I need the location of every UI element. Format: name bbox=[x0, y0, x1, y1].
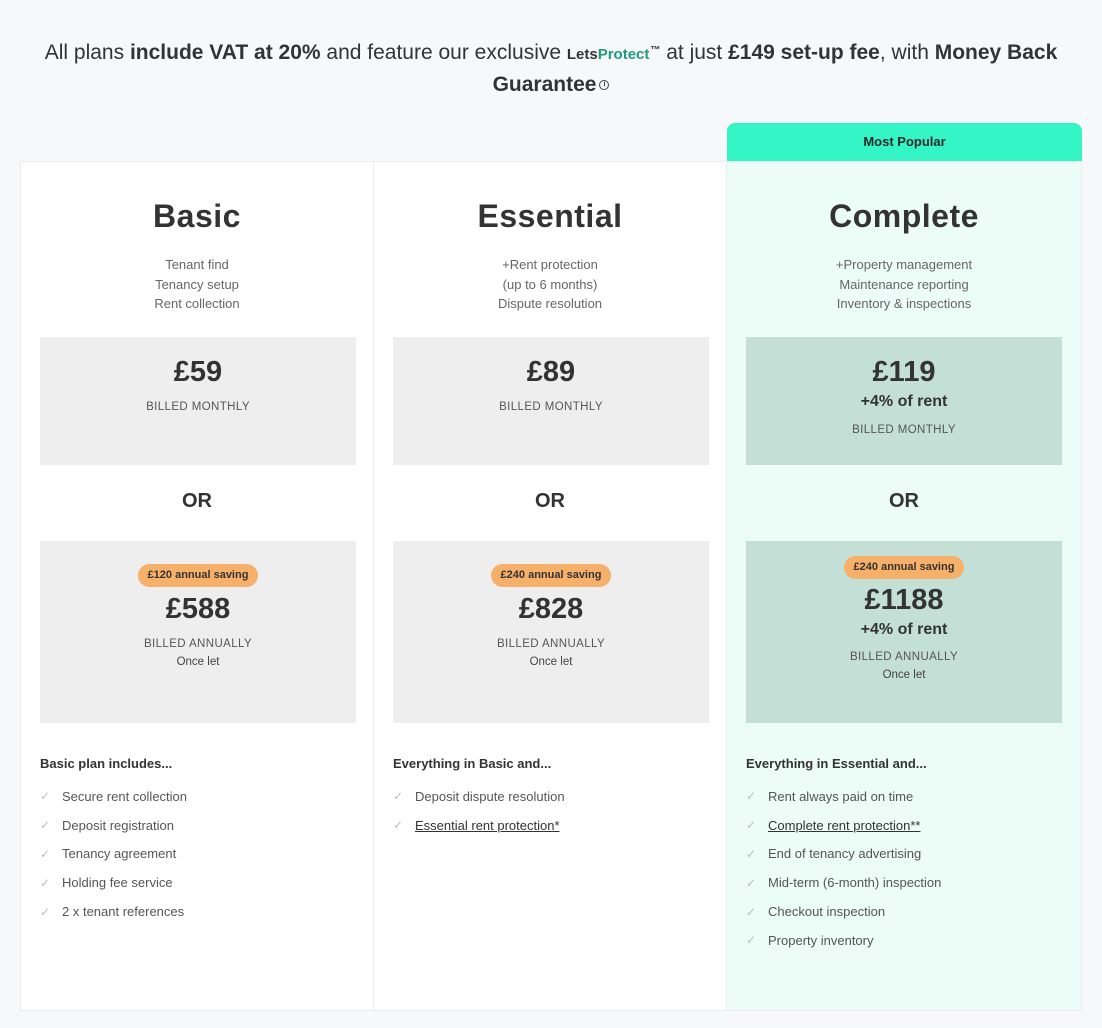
annual-price: £588 bbox=[165, 593, 231, 625]
summary-line: Rent collection bbox=[154, 296, 240, 311]
monthly-price: £119 bbox=[872, 356, 936, 388]
letsprotect-logo: LetsProtect™ bbox=[566, 45, 661, 63]
summary-line: Tenancy setup bbox=[155, 276, 239, 292]
headline-text-1: All plans bbox=[44, 41, 130, 64]
check-icon: ✓ bbox=[746, 789, 757, 804]
most-popular-tab: Most Popular bbox=[727, 123, 1082, 161]
monthly-price-box[interactable]: £119 +4% of rent BILLED MONTHLY bbox=[746, 337, 1062, 465]
plan-summary: +Rent protection (up to 6 months) Disput… bbox=[374, 255, 726, 314]
plan-summary: +Property management Maintenance reporti… bbox=[727, 255, 1081, 314]
feature-item: ✓ Complete rent protection** bbox=[746, 811, 941, 840]
headline-text-3: at just bbox=[660, 41, 729, 64]
summary-line: (up to 6 months) bbox=[502, 276, 598, 292]
check-icon: ✓ bbox=[393, 789, 404, 804]
or-divider: OR bbox=[889, 490, 919, 512]
feature-list: ✓ Deposit dispute resolution ✓ Essential r… bbox=[393, 782, 565, 840]
essential-rent-protection-link[interactable]: Essential rent protection* bbox=[415, 818, 560, 833]
check-icon: ✓ bbox=[746, 933, 757, 948]
once-let-note: Once let bbox=[529, 656, 573, 668]
summary-line: +Property management bbox=[835, 257, 973, 272]
feature-item: ✓ Essential rent protection* bbox=[393, 811, 565, 840]
check-icon: ✓ bbox=[746, 846, 757, 861]
once-let-note: Once let bbox=[176, 656, 220, 668]
monthly-rent-percentage: +4% of rent bbox=[860, 393, 948, 410]
billed-monthly-label: BILLED MONTHLY bbox=[852, 424, 956, 436]
headline-text-2: and feature our exclusive bbox=[320, 41, 567, 64]
check-icon: ✓ bbox=[746, 818, 757, 833]
annual-price-box[interactable]: £240 annual saving £1188 +4% of rent BIL… bbox=[746, 541, 1062, 723]
feature-item: ✓ Holding fee service bbox=[40, 875, 173, 891]
annual-price: £828 bbox=[518, 593, 584, 625]
summary-line: +Rent protection bbox=[502, 257, 598, 272]
annual-saving-badge: £240 annual saving bbox=[843, 556, 965, 579]
annual-price: £1188 bbox=[864, 584, 944, 616]
includes-title: Basic plan includes... bbox=[40, 756, 173, 771]
check-icon: ✓ bbox=[40, 818, 51, 833]
summary-line: Tenant find bbox=[165, 257, 229, 272]
feature-list: ✓ Rent always paid on time ✓ Complete rent… bbox=[746, 782, 941, 955]
annual-saving-badge: £240 annual saving bbox=[490, 564, 612, 587]
summary-line: Maintenance reporting bbox=[839, 276, 969, 292]
feature-item: ✓ Mid-term (6-month) inspection bbox=[746, 875, 942, 891]
includes-title: Everything in Essential and... bbox=[746, 756, 927, 771]
plan-summary: Tenant find Tenancy setup Rent collectio… bbox=[21, 255, 373, 314]
billed-annually-label: BILLED ANNUALLY bbox=[143, 638, 253, 650]
headline-vat: include VAT at 20% bbox=[129, 41, 321, 64]
plan-name: Basic bbox=[153, 198, 241, 234]
annual-price-box[interactable]: £240 annual saving £828 BILLED ANNUALLY … bbox=[393, 541, 709, 723]
info-icon[interactable]: i bbox=[599, 80, 610, 91]
plan-name: Complete bbox=[829, 198, 979, 234]
plan-card-complete: Complete +Property management Maintenanc… bbox=[727, 162, 1081, 1010]
plan-card-essential: Essential +Rent protection (up to 6 mont… bbox=[374, 162, 727, 1010]
headline-fee: £149 set-up fee bbox=[728, 41, 880, 64]
feature-item: ✓ Deposit registration bbox=[40, 817, 174, 833]
feature-item: ✓ Deposit dispute resolution bbox=[393, 788, 565, 804]
feature-item: ✓ Secure rent collection bbox=[40, 788, 188, 804]
billed-monthly-label: BILLED MONTHLY bbox=[499, 401, 603, 413]
annual-price-box[interactable]: £120 annual saving £588 BILLED ANNUALLY … bbox=[40, 541, 356, 723]
feature-item: ✓ End of tenancy advertising bbox=[746, 846, 922, 862]
check-icon: ✓ bbox=[746, 904, 757, 919]
headline-text-4: , with bbox=[879, 41, 935, 64]
pricing-cards: Basic Tenant find Tenancy setup Rent col… bbox=[20, 161, 1082, 1011]
monthly-price-box[interactable]: £59 BILLED MONTHLY bbox=[40, 337, 356, 465]
complete-rent-protection-link[interactable]: Complete rent protection** bbox=[768, 818, 920, 833]
billed-monthly-label: BILLED MONTHLY bbox=[146, 401, 250, 413]
or-divider: OR bbox=[535, 490, 565, 512]
annual-saving-badge: £120 annual saving bbox=[137, 564, 259, 587]
billed-annually-label: BILLED ANNUALLY bbox=[496, 638, 606, 650]
billed-annually-label: BILLED ANNUALLY bbox=[849, 651, 959, 663]
check-icon: ✓ bbox=[40, 789, 51, 804]
annual-rent-percentage: +4% of rent bbox=[860, 621, 948, 638]
feature-item: ✓ Property inventory bbox=[746, 932, 874, 948]
plan-name: Essential bbox=[477, 198, 623, 234]
monthly-price: £59 bbox=[173, 356, 223, 388]
summary-line: Dispute resolution bbox=[497, 296, 603, 311]
check-icon: ✓ bbox=[393, 818, 404, 833]
pricing-headline: All plans include VAT at 20% and feature… bbox=[20, 36, 1082, 100]
feature-item: ✓ Rent always paid on time bbox=[746, 788, 914, 804]
feature-item: ✓ Checkout inspection bbox=[746, 904, 886, 920]
includes-title: Everything in Basic and... bbox=[393, 756, 552, 771]
plan-card-basic: Basic Tenant find Tenancy setup Rent col… bbox=[21, 162, 374, 1010]
check-icon: ✓ bbox=[746, 875, 757, 890]
feature-item: ✓ 2 x tenant references bbox=[40, 904, 185, 920]
monthly-price-box[interactable]: £89 BILLED MONTHLY bbox=[393, 337, 709, 465]
monthly-price: £89 bbox=[526, 356, 576, 388]
summary-line: Inventory & inspections bbox=[836, 296, 972, 311]
check-icon: ✓ bbox=[40, 846, 51, 861]
or-divider: OR bbox=[182, 490, 212, 512]
once-let-note: Once let bbox=[882, 669, 926, 681]
check-icon: ✓ bbox=[40, 904, 51, 919]
feature-list: ✓ Secure rent collection ✓ Deposit registr… bbox=[40, 782, 187, 926]
feature-item: ✓ Tenancy agreement bbox=[40, 846, 177, 862]
check-icon: ✓ bbox=[40, 875, 51, 890]
